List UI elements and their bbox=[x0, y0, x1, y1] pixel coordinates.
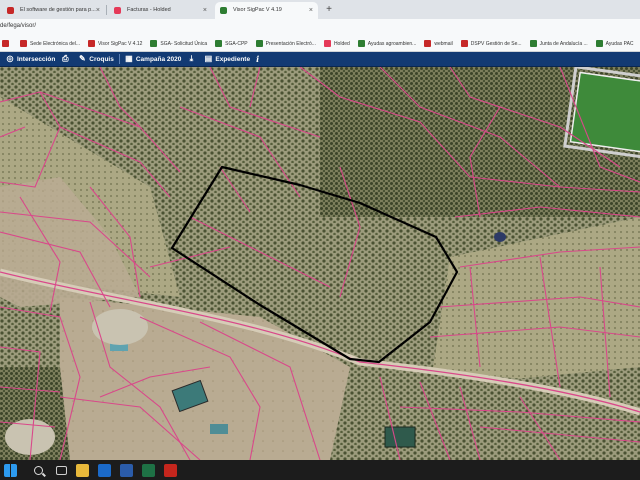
campaign-label: Campaña 2020 bbox=[135, 55, 182, 63]
bookmark-item[interactable]: Junta de Andalucía ... bbox=[529, 40, 588, 47]
tab-divider bbox=[106, 5, 107, 15]
printer-icon: ⎙ bbox=[62, 54, 69, 63]
browser-tab-visor-sigpac[interactable]: Visor SigPac V 4.19 × bbox=[215, 2, 318, 19]
croquis-button[interactable]: ✎ Croquis bbox=[75, 53, 117, 66]
bookmark-icon bbox=[424, 40, 432, 47]
bookmark-item[interactable]: DSPV Gestión de Se... bbox=[460, 40, 522, 47]
outlook-icon[interactable] bbox=[98, 463, 111, 477]
intersection-label: Intersección bbox=[17, 55, 56, 63]
expediente-button[interactable]: ▤ Expediente bbox=[201, 53, 253, 66]
bookmarks-bar: Sede Electrónica del... Visor SigPac V 4… bbox=[0, 36, 640, 52]
bookmark-label: Presentación Electró... bbox=[265, 40, 316, 47]
bookmark-icon bbox=[357, 40, 365, 47]
close-icon[interactable]: × bbox=[309, 2, 313, 19]
bookmark-item[interactable]: SGA- Solicitud Única bbox=[150, 40, 207, 47]
screen: El software de gestión para p... × Factu… bbox=[0, 0, 640, 480]
pencil-icon: ✎ bbox=[78, 54, 86, 63]
info-button[interactable]: i bbox=[253, 53, 262, 66]
new-tab-button[interactable]: + bbox=[321, 2, 337, 19]
excel-icon[interactable] bbox=[142, 463, 155, 477]
bookmark-icon bbox=[529, 40, 537, 47]
bookmark-item[interactable]: webmail bbox=[424, 40, 453, 47]
tab-title: El software de gestión para p... bbox=[20, 7, 96, 13]
file-explorer-icon[interactable] bbox=[76, 463, 89, 477]
bookmark-item[interactable]: Holded bbox=[323, 40, 350, 47]
bookmark-label: Junta de Andalucía ... bbox=[539, 40, 588, 47]
croquis-label: Croquis bbox=[89, 55, 114, 63]
bookmark-icon bbox=[460, 40, 468, 47]
bookmark-icon bbox=[323, 40, 331, 47]
windows-start-icon[interactable] bbox=[4, 463, 17, 477]
bookmark-icon bbox=[88, 40, 96, 47]
map-viewport[interactable] bbox=[0, 67, 640, 460]
url-text: de/fega/visor/ bbox=[0, 23, 37, 29]
close-icon[interactable]: × bbox=[96, 2, 100, 19]
expediente-label: Expediente bbox=[215, 55, 251, 63]
bookmark-label: Visor SigPac V 4.12 bbox=[98, 40, 143, 47]
bookmark-item[interactable]: SGA-CPP bbox=[215, 40, 248, 47]
visor-toolbar: ◎ Intersección ⎙ ✎ Croquis ▦ Campaña 202… bbox=[0, 52, 640, 67]
bookmark-label: SGA-CPP bbox=[225, 40, 248, 47]
tab-title: Facturas - Holded bbox=[127, 7, 171, 13]
bookmark-icon bbox=[255, 40, 263, 47]
word-icon[interactable] bbox=[120, 463, 133, 477]
browser-tab-strip: El software de gestión para p... × Factu… bbox=[0, 0, 640, 19]
bookmark-icon bbox=[595, 40, 603, 47]
tab-favicon bbox=[114, 7, 121, 14]
print-button[interactable]: ⎙ bbox=[58, 53, 75, 66]
bookmark-icon bbox=[215, 40, 223, 47]
bookmark-item[interactable]: Presentación Electró... bbox=[255, 40, 316, 47]
bookmark-icon bbox=[150, 40, 158, 47]
pdf-reader-icon[interactable] bbox=[164, 463, 177, 477]
intersection-icon: ◎ bbox=[6, 54, 14, 63]
bookmark-label: Sede Electrónica del... bbox=[30, 40, 81, 47]
bookmark-icon bbox=[20, 40, 27, 47]
bookmark-icon bbox=[2, 40, 9, 47]
browser-tab-holded[interactable]: Facturas - Holded × bbox=[109, 2, 212, 19]
bookmark-label: DSPV Gestión de Se... bbox=[470, 40, 522, 47]
intersection-button[interactable]: ◎ Intersección bbox=[3, 53, 58, 66]
task-view-icon[interactable] bbox=[56, 465, 67, 475]
bookmark-label: Ayudas agroambien... bbox=[367, 40, 417, 47]
address-bar[interactable]: de/fega/visor/ bbox=[0, 19, 640, 36]
toolbar-divider bbox=[118, 54, 120, 64]
bookmark-label: webmail bbox=[434, 40, 453, 47]
tab-favicon bbox=[220, 7, 227, 14]
download-icon: ⤓ bbox=[189, 54, 194, 63]
bookmark-label: Ayudas PAC bbox=[605, 40, 634, 47]
bookmark-item[interactable]: Ayudas agroambien... bbox=[357, 40, 417, 47]
bookmark-item[interactable] bbox=[2, 40, 12, 47]
tab-title: Visor SigPac V 4.19 bbox=[233, 7, 282, 13]
close-icon[interactable]: × bbox=[203, 2, 207, 19]
download-button[interactable]: ⤓ bbox=[184, 53, 201, 66]
info-icon: i bbox=[256, 54, 260, 64]
tab-favicon bbox=[7, 7, 14, 14]
bookmark-item[interactable]: Visor SigPac V 4.12 bbox=[88, 40, 142, 47]
bookmark-item[interactable]: Sede Electrónica del... bbox=[20, 40, 80, 47]
bookmark-label: Holded bbox=[333, 40, 350, 47]
os-taskbar bbox=[0, 460, 640, 480]
map-canvas[interactable] bbox=[0, 67, 640, 460]
calendar-icon: ▦ bbox=[125, 54, 133, 63]
bookmark-label: SGA- Solicitud Única bbox=[160, 40, 208, 47]
document-icon: ▤ bbox=[204, 54, 213, 63]
bookmark-item[interactable]: Ayudas PAC bbox=[595, 40, 634, 47]
search-icon[interactable] bbox=[34, 465, 43, 475]
browser-tab-gestion[interactable]: El software de gestión para p... × bbox=[2, 2, 105, 19]
campaign-selector[interactable]: ▦ Campaña 2020 bbox=[122, 53, 185, 66]
